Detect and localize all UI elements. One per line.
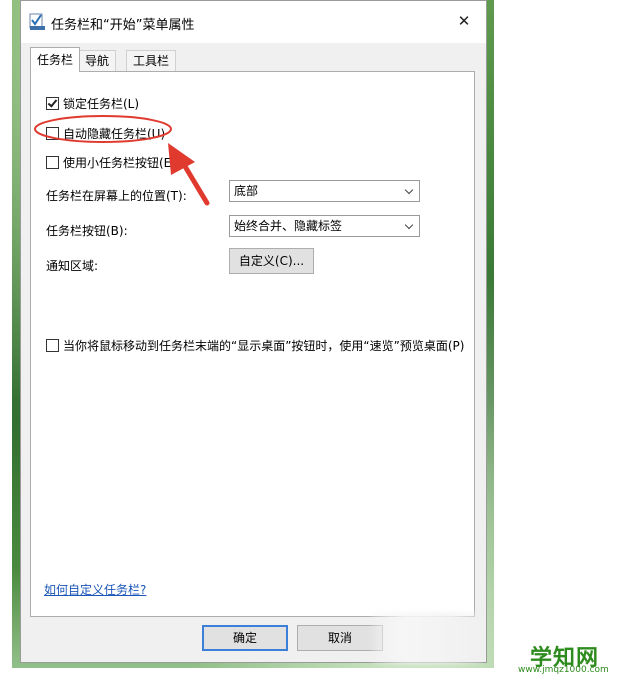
small-buttons-label: 使用小任务栏按钮(E) [63, 156, 176, 170]
window-title: 任务栏和“开始”菜单属性 [51, 18, 195, 33]
location-label: 任务栏在屏幕上的位置(T): [46, 189, 187, 203]
taskbar-buttons-select[interactable]: 始终合并、隐藏标签 [229, 215, 420, 237]
taskbar-buttons-value: 始终合并、隐藏标签 [234, 219, 343, 233]
customize-button[interactable]: 自定义(C)... [229, 248, 314, 274]
taskbar-properties-icon [29, 13, 45, 30]
auto-hide-checkbox[interactable] [46, 127, 59, 140]
location-value: 底部 [234, 184, 259, 198]
auto-hide-option[interactable]: 自动隐藏任务栏(U) [46, 125, 165, 142]
taskbar-tab-panel: 锁定任务栏(L) 自动隐藏任务栏(U) 使用小任务栏按钮(E) 任务栏在屏幕上的… [30, 71, 475, 617]
watermark-url: www.jmqz1000.com [518, 665, 609, 675]
auto-hide-label: 自动隐藏任务栏(U) [63, 127, 166, 141]
chevron-down-icon [404, 185, 414, 195]
small-buttons-option[interactable]: 使用小任务栏按钮(E) [46, 154, 176, 171]
lock-taskbar-label: 锁定任务栏(L) [63, 97, 140, 111]
taskbar-properties-dialog: 任务栏和“开始”菜单属性 ✕ 任务栏 导航 工具栏 锁定任务栏(L) 自动隐藏任… [20, 0, 487, 663]
title-bar: 任务栏和“开始”菜单属性 ✕ [21, 1, 486, 43]
tab-toolbars[interactable]: 工具栏 [126, 50, 177, 71]
ok-button[interactable]: 确定 [202, 625, 288, 651]
close-button[interactable]: ✕ [442, 1, 486, 41]
tab-taskbar[interactable]: 任务栏 [30, 47, 81, 72]
notification-area-label: 通知区域: [46, 259, 99, 273]
small-buttons-checkbox[interactable] [46, 156, 59, 169]
location-select[interactable]: 底部 [229, 180, 420, 202]
lock-taskbar-checkbox[interactable] [46, 97, 59, 110]
help-link[interactable]: 如何自定义任务栏? [44, 581, 146, 598]
taskbar-buttons-label: 任务栏按钮(B): [46, 224, 128, 238]
lock-taskbar-option[interactable]: 锁定任务栏(L) [46, 95, 139, 112]
peek-label: 当你将鼠标移动到任务栏末端的“显示桌面”按钮时，使用“速览”预览桌面(P) [63, 339, 465, 353]
close-icon: ✕ [457, 12, 471, 30]
tab-navigation[interactable]: 导航 [78, 50, 117, 71]
blurred-region [372, 613, 482, 663]
chevron-down-icon [404, 220, 414, 230]
cancel-button[interactable]: 取消 [297, 625, 383, 651]
peek-option[interactable]: 当你将鼠标移动到任务栏末端的“显示桌面”按钮时，使用“速览”预览桌面(P) [46, 337, 464, 354]
peek-checkbox[interactable] [46, 339, 59, 352]
